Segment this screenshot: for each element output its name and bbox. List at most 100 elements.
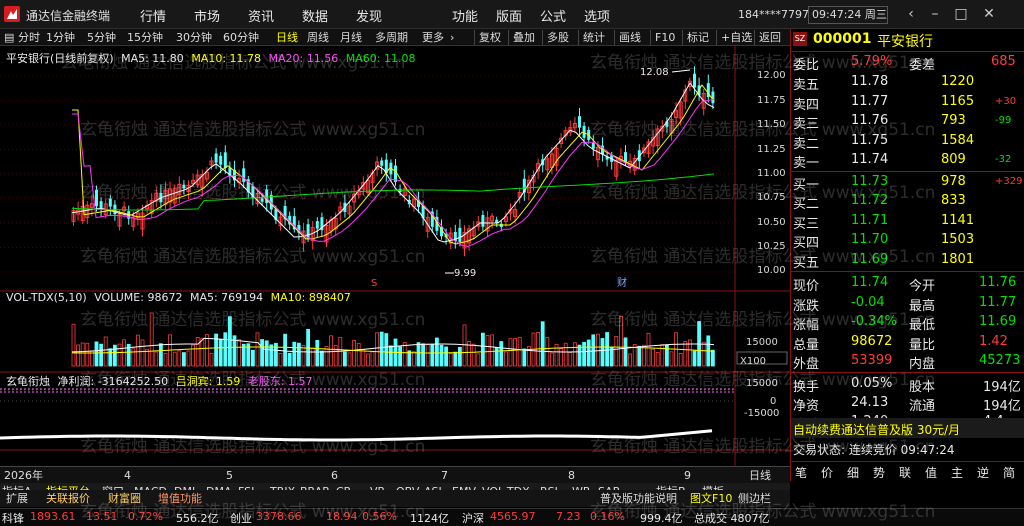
period-more[interactable]: 更多 — [422, 30, 444, 45]
chart-mark — [692, 350, 697, 367]
chart-mark — [614, 336, 619, 367]
marker-s[interactable]: S — [371, 278, 377, 289]
menu-quotes[interactable]: 行情 — [140, 6, 166, 25]
period-weekly[interactable]: 周线 — [307, 30, 329, 45]
chart-mark — [186, 350, 191, 367]
chart-mark — [200, 337, 205, 367]
stats-button[interactable]: 统计 — [578, 30, 605, 45]
sell-row[interactable]: 卖五 11.78 1220 — [791, 72, 1024, 93]
price-tick: 10.25 — [757, 241, 786, 252]
panel-tab-button[interactable]: 势 — [873, 464, 885, 481]
panel-tab-button[interactable]: 值 — [925, 464, 937, 481]
sell-row[interactable]: 卖三 11.76 793 -99 — [791, 111, 1024, 132]
tab-help[interactable]: 普及版功能说明 — [600, 491, 677, 506]
period-60min[interactable]: 60分钟 — [223, 30, 259, 45]
menu-market[interactable]: 市场 — [194, 6, 220, 25]
chart-type-icon[interactable]: ▤ — [4, 30, 14, 45]
index-name[interactable]: 科锋 — [2, 510, 24, 526]
draw-button[interactable]: 画线 — [614, 30, 641, 45]
menu-news[interactable]: 资讯 — [248, 6, 274, 25]
chart-mark — [113, 344, 117, 367]
period-tick[interactable]: 分时 — [18, 30, 40, 45]
period-monthly[interactable]: 月线 — [340, 30, 362, 45]
sell-row[interactable]: 卖二 11.75 1584 — [791, 131, 1024, 152]
chart-mark — [191, 344, 196, 367]
menu-options[interactable]: 选项 — [584, 6, 610, 25]
f10-button[interactable]: F10 — [650, 30, 675, 45]
tab-value-added[interactable]: 增值功能 — [158, 491, 202, 506]
back-icon[interactable]: ‹ — [900, 4, 922, 24]
chart-mark — [76, 344, 80, 367]
panel-tab-button[interactable]: 联 — [899, 464, 911, 481]
period-30min[interactable]: 30分钟 — [176, 30, 212, 45]
app-window: 通达信金融终端 行情 市场 资讯 数据 发现 功能 版面 公式 选项 184**… — [0, 0, 1024, 526]
chart-mark — [458, 227, 462, 242]
overlay-button[interactable]: 叠加 — [508, 30, 535, 45]
stat-row: 现价 11.74 今开 11.76 — [791, 273, 1024, 294]
stat-l2: 最高 — [909, 298, 936, 314]
index-name[interactable]: 沪深 — [462, 510, 484, 526]
tab-extend[interactable]: 扩展 — [6, 491, 28, 506]
chart-mark — [425, 344, 430, 367]
adjust-button[interactable]: 复权 — [474, 30, 501, 45]
chart-mark — [665, 344, 669, 367]
account-label[interactable]: 184****7797 — [738, 8, 809, 21]
panel-tab-button[interactable]: 主 — [951, 464, 963, 481]
date-mode[interactable]: 日线 — [749, 468, 771, 483]
mark-button[interactable]: 标记 — [682, 30, 709, 45]
menu-layout[interactable]: 版面 — [496, 6, 522, 25]
tab-wealth-circle[interactable]: 财富圈 — [108, 491, 141, 506]
panel-tab-button[interactable]: 细 — [847, 464, 859, 481]
kline-chart[interactable] — [0, 46, 790, 466]
buy-row[interactable]: 买五 11.69 1801 — [791, 250, 1024, 271]
vol-axis-unit: X100 — [740, 356, 766, 367]
minimize-icon[interactable]: – — [924, 4, 946, 24]
vol-ma10: MA10: 898407 — [270, 291, 351, 304]
add-watchlist-button[interactable]: +自选 — [716, 30, 752, 45]
buy-row[interactable]: 买二 11.72 833 — [791, 191, 1024, 212]
maximize-icon[interactable]: □ — [950, 4, 972, 24]
marker-cai[interactable]: 财 — [617, 274, 627, 289]
price-tick: 11.75 — [757, 95, 786, 106]
panel-tab-button[interactable]: 简 — [1003, 464, 1015, 481]
chart-mark — [503, 351, 508, 367]
sell-row[interactable]: 卖一 11.74 809 -32 — [791, 150, 1024, 171]
panel-tab-button[interactable]: 逆 — [977, 464, 989, 481]
date-month: 6 — [331, 469, 338, 482]
tab-related-quotes[interactable]: 关联报价 — [46, 491, 90, 506]
chevron-right-icon[interactable]: › — [450, 30, 454, 45]
tab-f10[interactable]: 图文F10 — [690, 491, 732, 506]
menu-formula[interactable]: 公式 — [540, 6, 566, 25]
chart-mark — [494, 347, 499, 367]
menu-data[interactable]: 数据 — [302, 6, 328, 25]
index-name[interactable]: 创业 — [230, 510, 252, 526]
promo-text[interactable]: 自动续费通达信普及版 30元/月 — [793, 421, 960, 438]
menu-discover[interactable]: 发现 — [356, 6, 382, 25]
stat-v2: 11.77 — [979, 294, 1017, 310]
stat-v1: 24.13 — [851, 394, 889, 410]
period-multi[interactable]: 多周期 — [375, 30, 408, 45]
multi-stock-button[interactable]: 多股 — [542, 30, 569, 45]
vol-name: VOL-TDX(5,10) — [6, 291, 87, 304]
period-5min[interactable]: 5分钟 — [87, 30, 116, 45]
sell-row[interactable]: 卖四 11.77 1165 +30 — [791, 92, 1024, 113]
panel-tab-button[interactable]: 价 — [821, 464, 833, 481]
promo-banner[interactable]: 自动续费通达信普及版 30元/月 — [791, 418, 1024, 438]
close-icon[interactable]: ✕ — [978, 4, 1000, 24]
buy-row[interactable]: 买三 11.71 1141 — [791, 211, 1024, 232]
period-daily[interactable]: 日线 — [276, 30, 298, 45]
chart-mark — [172, 351, 177, 367]
index-change: 18.94 — [326, 510, 358, 523]
panel-tab-button[interactable]: 笔 — [795, 464, 807, 481]
buy-row[interactable]: 买四 11.70 1503 — [791, 230, 1024, 251]
stock-name[interactable]: 平安银行 — [877, 31, 933, 51]
tab-sidebar[interactable]: 侧边栏 — [738, 491, 771, 506]
chart-mark — [195, 336, 200, 367]
period-15min[interactable]: 15分钟 — [127, 30, 163, 45]
back-button[interactable]: 返回 — [754, 30, 781, 45]
buy-row[interactable]: 买一 11.73 978 +329 — [791, 172, 1024, 193]
stock-code[interactable]: 000001 — [813, 31, 871, 47]
menu-functions[interactable]: 功能 — [452, 6, 478, 25]
period-1min[interactable]: 1分钟 — [46, 30, 75, 45]
stat-row: 总量 98672 量比 1.42 — [791, 332, 1024, 353]
